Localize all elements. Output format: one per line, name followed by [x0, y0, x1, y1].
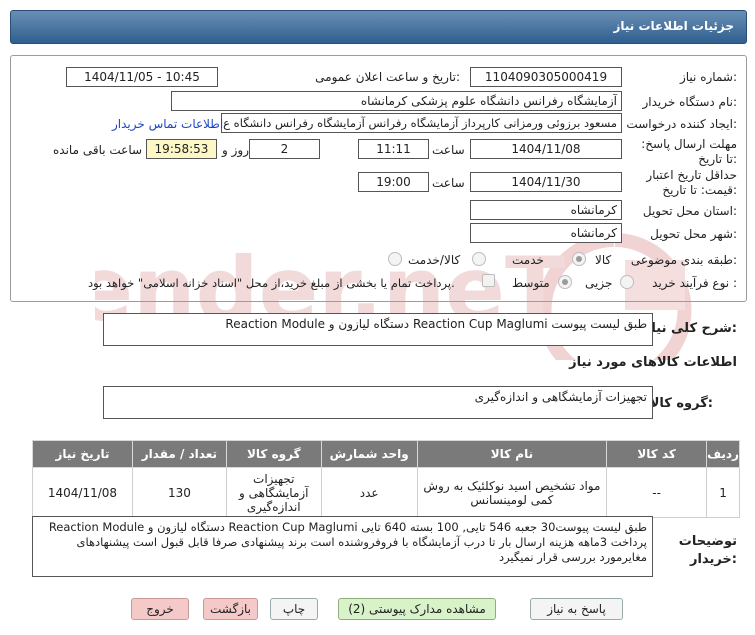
- need-number-label: شماره نیاز:: [679, 70, 737, 84]
- items-table: ردیف کد کالا نام کالا واحد شمارش گروه کا…: [32, 440, 740, 518]
- col-group: گروه کالا: [225, 440, 322, 468]
- buyer-field: آزمایشگاه رفرانس دانشگاه علوم پزشکی کرما…: [171, 91, 622, 111]
- creator-label: ایجاد کننده درخواست:: [626, 117, 737, 131]
- category-option-goods: کالا: [595, 253, 612, 267]
- validity-label: حداقل تاریخ اعتبار قیمت: تا تاریخ:: [646, 168, 737, 197]
- validity-time-field: 19:00: [358, 172, 429, 192]
- contact-buyer-link[interactable]: اطلاعات تماس خریدار: [112, 117, 223, 131]
- city-field: کرمانشاه: [470, 223, 622, 243]
- deadline-time-field: 11:11: [358, 139, 429, 159]
- reply-button[interactable]: پاسخ به نیاز: [530, 598, 623, 620]
- col-date: تاریخ نیاز: [32, 440, 133, 468]
- cell-date: 1404/11/08: [32, 467, 133, 518]
- page-title: جزئیات اطلاعات نیاز: [613, 19, 734, 33]
- buyer-label: نام دستگاه خریدار:: [642, 95, 738, 109]
- category-radio-both[interactable]: [388, 252, 402, 266]
- deadline-date-field: 1404/11/08: [470, 139, 622, 159]
- goods-group-label: گروه کالا:: [649, 396, 713, 411]
- process-option-medium: متوسط: [512, 276, 550, 290]
- page-header: جزئیات اطلاعات نیاز: [10, 10, 747, 44]
- buyer-notes-field: Reaction Module دستگاه لیازون و Reaction…: [32, 516, 653, 577]
- category-label: طبقه بندی موضوعی:: [630, 253, 737, 267]
- payment-note: پرداخت تمام یا بخشی از مبلغ خرید،از محل …: [88, 276, 455, 290]
- cell-row: 1: [706, 467, 740, 518]
- creator-field: مسعود برزوئی ورمزانی کارپرداز آزمایشگاه …: [221, 113, 622, 133]
- days-label: روز و: [222, 143, 249, 157]
- table-row: 1 -- مواد تشخیص اسید نوکلئیک به روش کمی …: [32, 467, 740, 518]
- days-field: 2: [249, 139, 320, 159]
- cell-group: تجهیزات آزمایشگاهی و اندازه‌گیری: [225, 467, 322, 518]
- remaining-time-field: 19:58:53: [146, 139, 217, 159]
- print-button[interactable]: چاپ: [270, 598, 318, 620]
- goods-group-field: تجهیزات آزمایشگاهی و اندازه‌گیری: [103, 386, 653, 419]
- announce-label: تاریخ و ساعت اعلان عمومی:: [315, 70, 460, 84]
- deadline-time-label: ساعت: [432, 143, 465, 157]
- process-radio-minor[interactable]: [620, 275, 634, 289]
- announce-field: 1404/11/05 - 10:45: [66, 67, 218, 87]
- payment-checkbox[interactable]: [482, 274, 495, 287]
- category-radio-service[interactable]: [472, 252, 486, 266]
- process-label: نوع فرآیند خرید :: [652, 276, 737, 290]
- goods-info-title: اطلاعات کالاهای مورد نیاز: [569, 355, 737, 370]
- col-unit: واحد شمارش: [320, 440, 418, 468]
- category-option-both: کالا/خدمت: [408, 253, 461, 267]
- cell-code: --: [606, 467, 708, 518]
- category-option-service: خدمت: [512, 253, 544, 267]
- cell-quantity: 130: [131, 467, 227, 518]
- validity-time-label: ساعت: [432, 176, 465, 190]
- general-desc-label: شرح کلی نیاز:: [643, 321, 737, 336]
- cell-name: مواد تشخیص اسید نوکلئیک به روش کمی لومین…: [416, 467, 608, 518]
- need-number-field: 1104090305000419: [470, 67, 622, 87]
- back-button[interactable]: بازگشت: [203, 598, 258, 620]
- attachments-button[interactable]: مشاهده مدارک پیوستی (2): [338, 598, 496, 620]
- exit-button[interactable]: خروج: [131, 598, 189, 620]
- general-desc-field: Reaction Module دستگاه لیازون و Reaction…: [103, 313, 653, 346]
- category-radio-goods[interactable]: [572, 252, 586, 266]
- cell-unit: عدد: [320, 467, 418, 518]
- remaining-label: ساعت باقی مانده: [53, 143, 143, 157]
- province-label: استان محل تحویل:: [642, 204, 737, 218]
- table-header-row: ردیف کد کالا نام کالا واحد شمارش گروه کا…: [32, 440, 740, 468]
- validity-date-field: 1404/11/30: [470, 172, 622, 192]
- deadline-label: مهلت ارسال پاسخ: تا تاریخ:: [641, 137, 737, 166]
- province-field: کرمانشاه: [470, 200, 622, 220]
- city-label: شهر محل تحویل:: [650, 227, 737, 241]
- process-radio-medium[interactable]: [558, 275, 572, 289]
- buyer-notes-label: توضیحات خریدار:: [678, 534, 737, 567]
- col-row: ردیف: [706, 440, 740, 468]
- process-option-minor: جزیی: [585, 276, 613, 290]
- col-code: کد کالا: [606, 440, 708, 468]
- col-quantity: تعداد / مقدار: [131, 440, 227, 468]
- col-name: نام کالا: [416, 440, 608, 468]
